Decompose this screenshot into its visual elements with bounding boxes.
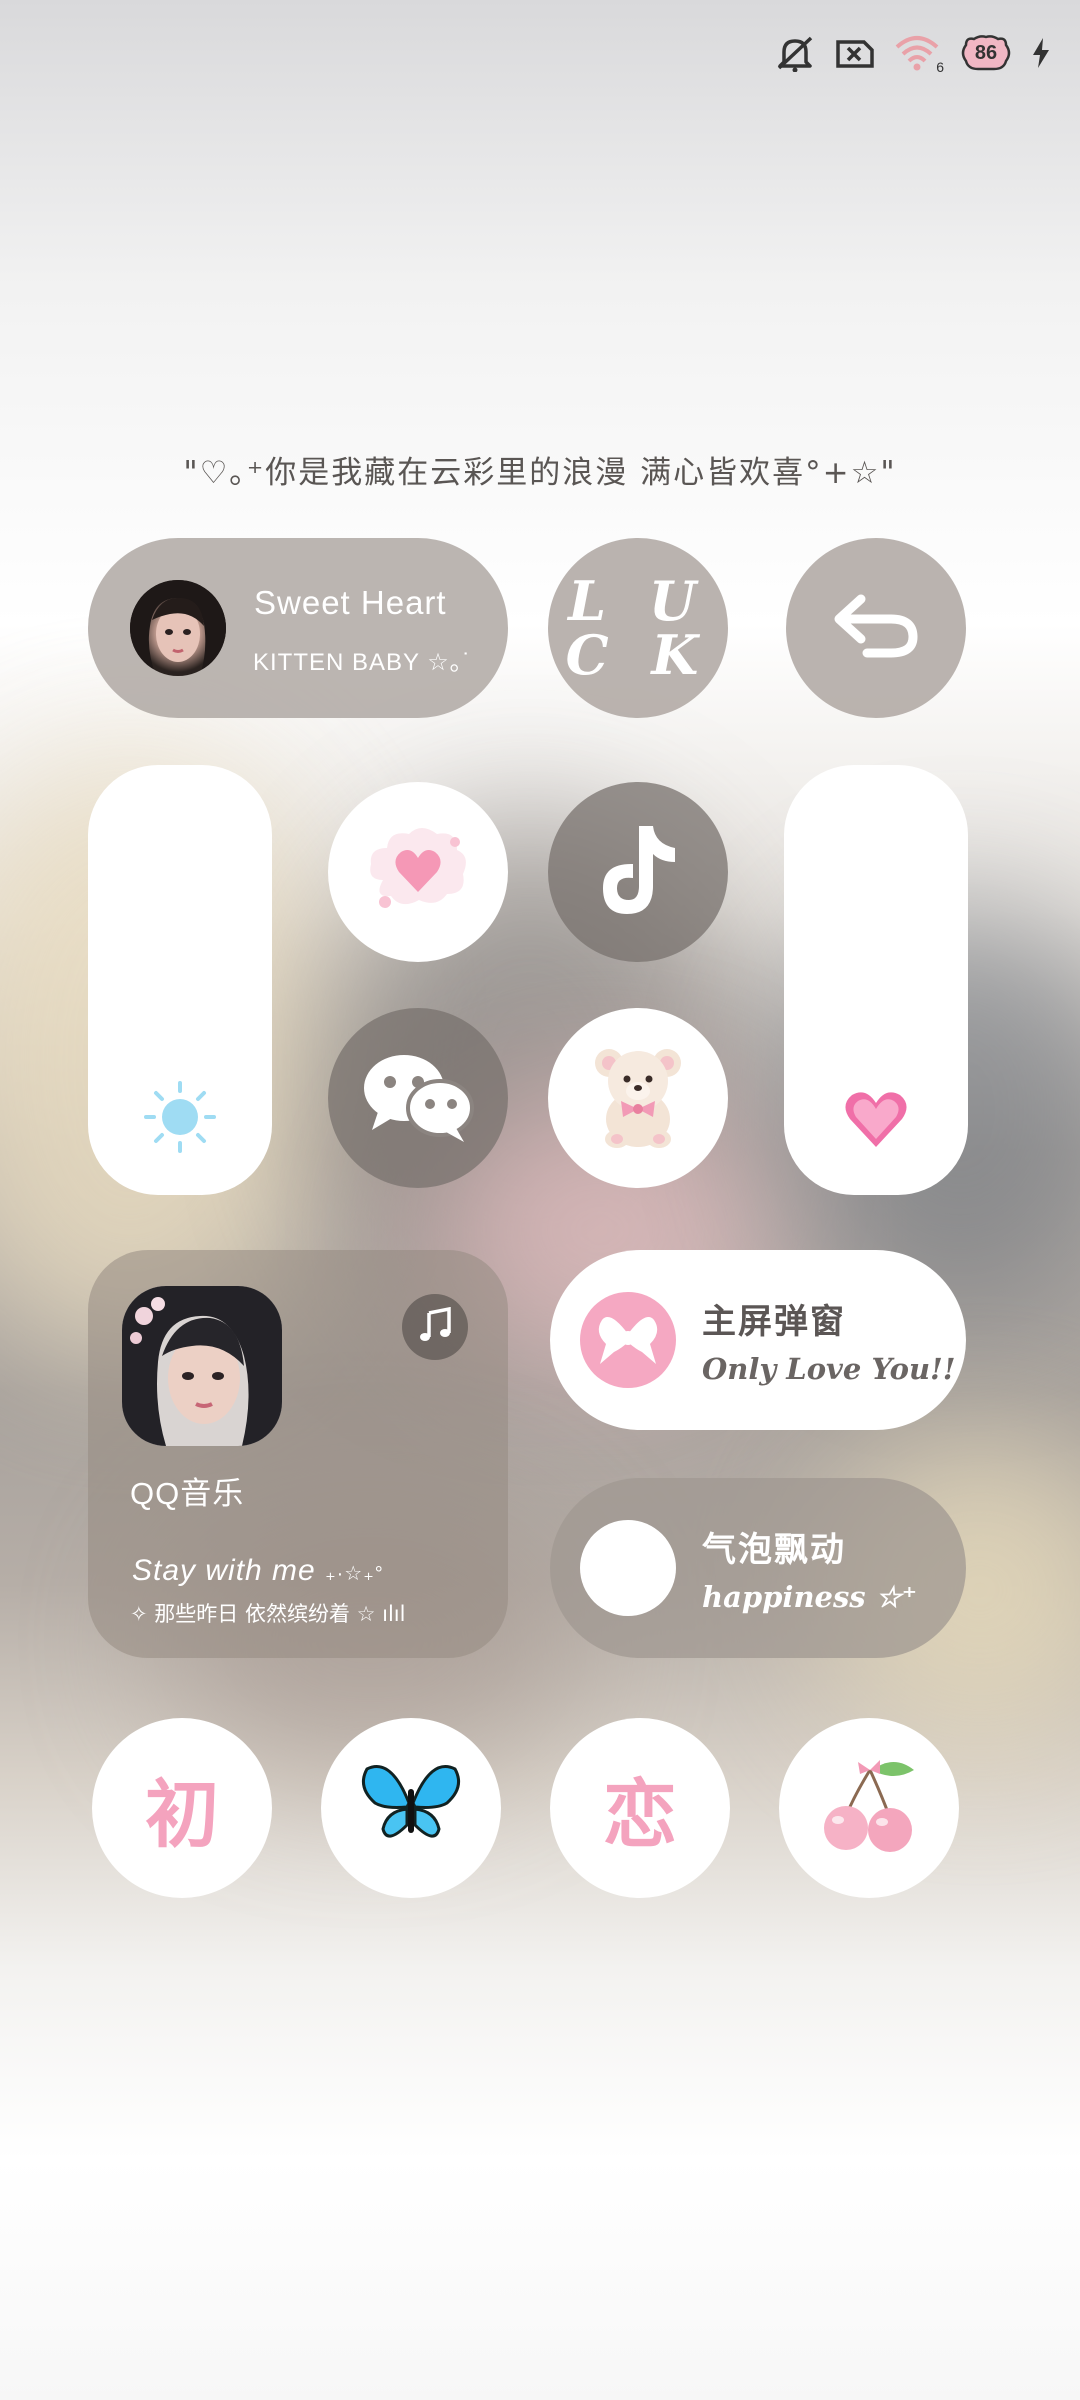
teddy-bear-icon bbox=[583, 1041, 693, 1156]
back-arrow-icon bbox=[831, 591, 921, 666]
music-note-icon bbox=[417, 1306, 453, 1348]
battery-icon: 86 bbox=[958, 33, 1014, 73]
wechat-app[interactable] bbox=[328, 1008, 508, 1188]
charging-icon bbox=[1032, 38, 1050, 68]
profile-subtitle: KITTEN BABY ☆｡˙ bbox=[253, 649, 472, 676]
butterfly-icon bbox=[361, 1763, 461, 1854]
volume-slider[interactable] bbox=[784, 765, 968, 1195]
heart-cloud-app[interactable] bbox=[328, 782, 508, 962]
popup-widget[interactable]: 主屏弹窗 Only Love You!! bbox=[550, 1250, 966, 1430]
quote-text: "♡｡⁺你是我藏在云彩里的浪漫 满心皆欢喜°+☆" bbox=[183, 455, 897, 491]
bubble-widget[interactable]: 气泡飘动 happiness ☆⁺ bbox=[550, 1478, 966, 1658]
chu-char: 初 bbox=[145, 1771, 219, 1858]
bubble-toggle[interactable] bbox=[580, 1520, 676, 1616]
wechat-icon bbox=[360, 1050, 476, 1147]
luck-widget[interactable]: L U C K bbox=[548, 538, 728, 718]
heart-icon bbox=[842, 1089, 910, 1156]
popup-subtitle: Only Love You!! bbox=[702, 1352, 956, 1386]
cherry-icon bbox=[814, 1756, 924, 1861]
luck-line-1: L U bbox=[568, 569, 708, 633]
sim-off-icon bbox=[834, 36, 876, 70]
status-bar: 6 86 bbox=[774, 28, 1050, 78]
chu-button[interactable]: 初 bbox=[92, 1718, 272, 1898]
profile-avatar bbox=[130, 580, 226, 676]
music-app-name: QQ音乐 bbox=[130, 1476, 245, 1511]
popup-title: 主屏弹窗 bbox=[702, 1302, 846, 1342]
music-note-button[interactable] bbox=[402, 1294, 468, 1360]
back-button[interactable] bbox=[786, 538, 966, 718]
teddy-bear-app[interactable] bbox=[548, 1008, 728, 1188]
wallpaper bbox=[0, 0, 1080, 2400]
luck-line-2: C K bbox=[565, 623, 711, 687]
song-lyric: ✧ 那些昨日 依然缤纷着 ☆ ılıl bbox=[130, 1602, 406, 1626]
sun-icon bbox=[142, 1079, 218, 1160]
bubble-subtitle: happiness ☆⁺ bbox=[702, 1580, 918, 1614]
bubble-title: 气泡飘动 bbox=[702, 1530, 846, 1570]
tiktok-icon bbox=[593, 820, 683, 925]
song-deco: ₊·☆₊° bbox=[325, 1563, 384, 1585]
album-cover bbox=[122, 1286, 282, 1446]
music-widget[interactable]: QQ音乐 Stay with me ₊·☆₊° ✧ 那些昨日 依然缤纷着 ☆ ı… bbox=[88, 1250, 508, 1658]
profile-title: Sweet Heart bbox=[254, 584, 447, 621]
song-name: Stay with me bbox=[132, 1554, 316, 1587]
battery-level: 86 bbox=[974, 41, 998, 64]
lian-char: 恋 bbox=[603, 1771, 677, 1858]
heart-cloud-icon bbox=[363, 820, 473, 925]
bow-icon bbox=[580, 1292, 676, 1388]
wifi-label: 6 bbox=[936, 59, 944, 75]
lian-button[interactable]: 恋 bbox=[550, 1718, 730, 1898]
profile-widget[interactable]: Sweet Heart KITTEN BABY ☆｡˙ bbox=[88, 538, 508, 718]
butterfly-app[interactable] bbox=[321, 1718, 501, 1898]
mute-icon bbox=[774, 34, 816, 72]
brightness-slider[interactable] bbox=[88, 765, 272, 1195]
song-title: Stay with me ₊·☆₊° bbox=[132, 1554, 384, 1588]
wifi-icon: 6 bbox=[894, 33, 944, 75]
cherry-app[interactable] bbox=[779, 1718, 959, 1898]
tiktok-app[interactable] bbox=[548, 782, 728, 962]
